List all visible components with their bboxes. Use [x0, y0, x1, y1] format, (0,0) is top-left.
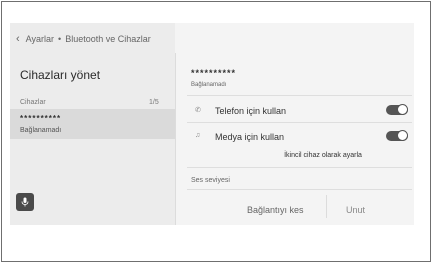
phone-icon: ✆: [195, 107, 201, 114]
volume-label: Ses seviyesi: [191, 177, 230, 184]
forget-button[interactable]: Unut: [346, 205, 365, 215]
set-secondary-device-button[interactable]: İkincil cihaz olarak ayarla: [253, 149, 393, 163]
disconnect-button[interactable]: Bağlantıyı kes: [247, 205, 304, 215]
footer-divider: [326, 195, 327, 218]
devices-list-label: Cihazlar: [20, 99, 46, 106]
setting-label-phone: Telefon için kullan: [215, 106, 287, 116]
device-status: Bağlanamadı: [20, 127, 62, 134]
selected-device-name: **********: [191, 68, 237, 78]
setting-row-media[interactable]: ♫ Medya için kullan: [187, 129, 412, 147]
device-name: **********: [20, 114, 62, 123]
music-note-icon: ♫: [195, 132, 201, 139]
breadcrumb: ‹ Ayarlar • Bluetooth ve Cihazlar: [16, 33, 151, 45]
toggle-knob: [397, 130, 408, 141]
media-toggle[interactable]: [386, 130, 408, 141]
microphone-button[interactable]: [16, 193, 34, 211]
chevron-left-icon[interactable]: ‹: [16, 33, 20, 45]
device-list-item[interactable]: ********** Bağlanamadı: [10, 109, 175, 139]
selected-device-status: Bağlanamadı: [191, 82, 227, 88]
divider: [187, 167, 412, 168]
divider: [187, 122, 412, 123]
toggle-knob: [397, 104, 408, 115]
breadcrumb-separator: •: [58, 34, 62, 44]
microphone-icon: [21, 197, 29, 207]
pane-divider: [175, 53, 176, 225]
phone-toggle[interactable]: [386, 104, 408, 115]
breadcrumb-settings[interactable]: Ayarlar: [26, 34, 54, 44]
page-title: Cihazları yönet: [20, 68, 101, 82]
setting-row-phone[interactable]: ✆ Telefon için kullan: [187, 103, 412, 121]
devices-count: 1/5: [149, 99, 159, 106]
setting-label-media: Medya için kullan: [215, 132, 285, 142]
infotainment-screen: ‹ Ayarlar • Bluetooth ve Cihazlar Cihazl…: [10, 23, 414, 225]
divider: [187, 95, 412, 96]
breadcrumb-bluetooth: Bluetooth ve Cihazlar: [65, 34, 151, 44]
divider: [187, 189, 412, 190]
